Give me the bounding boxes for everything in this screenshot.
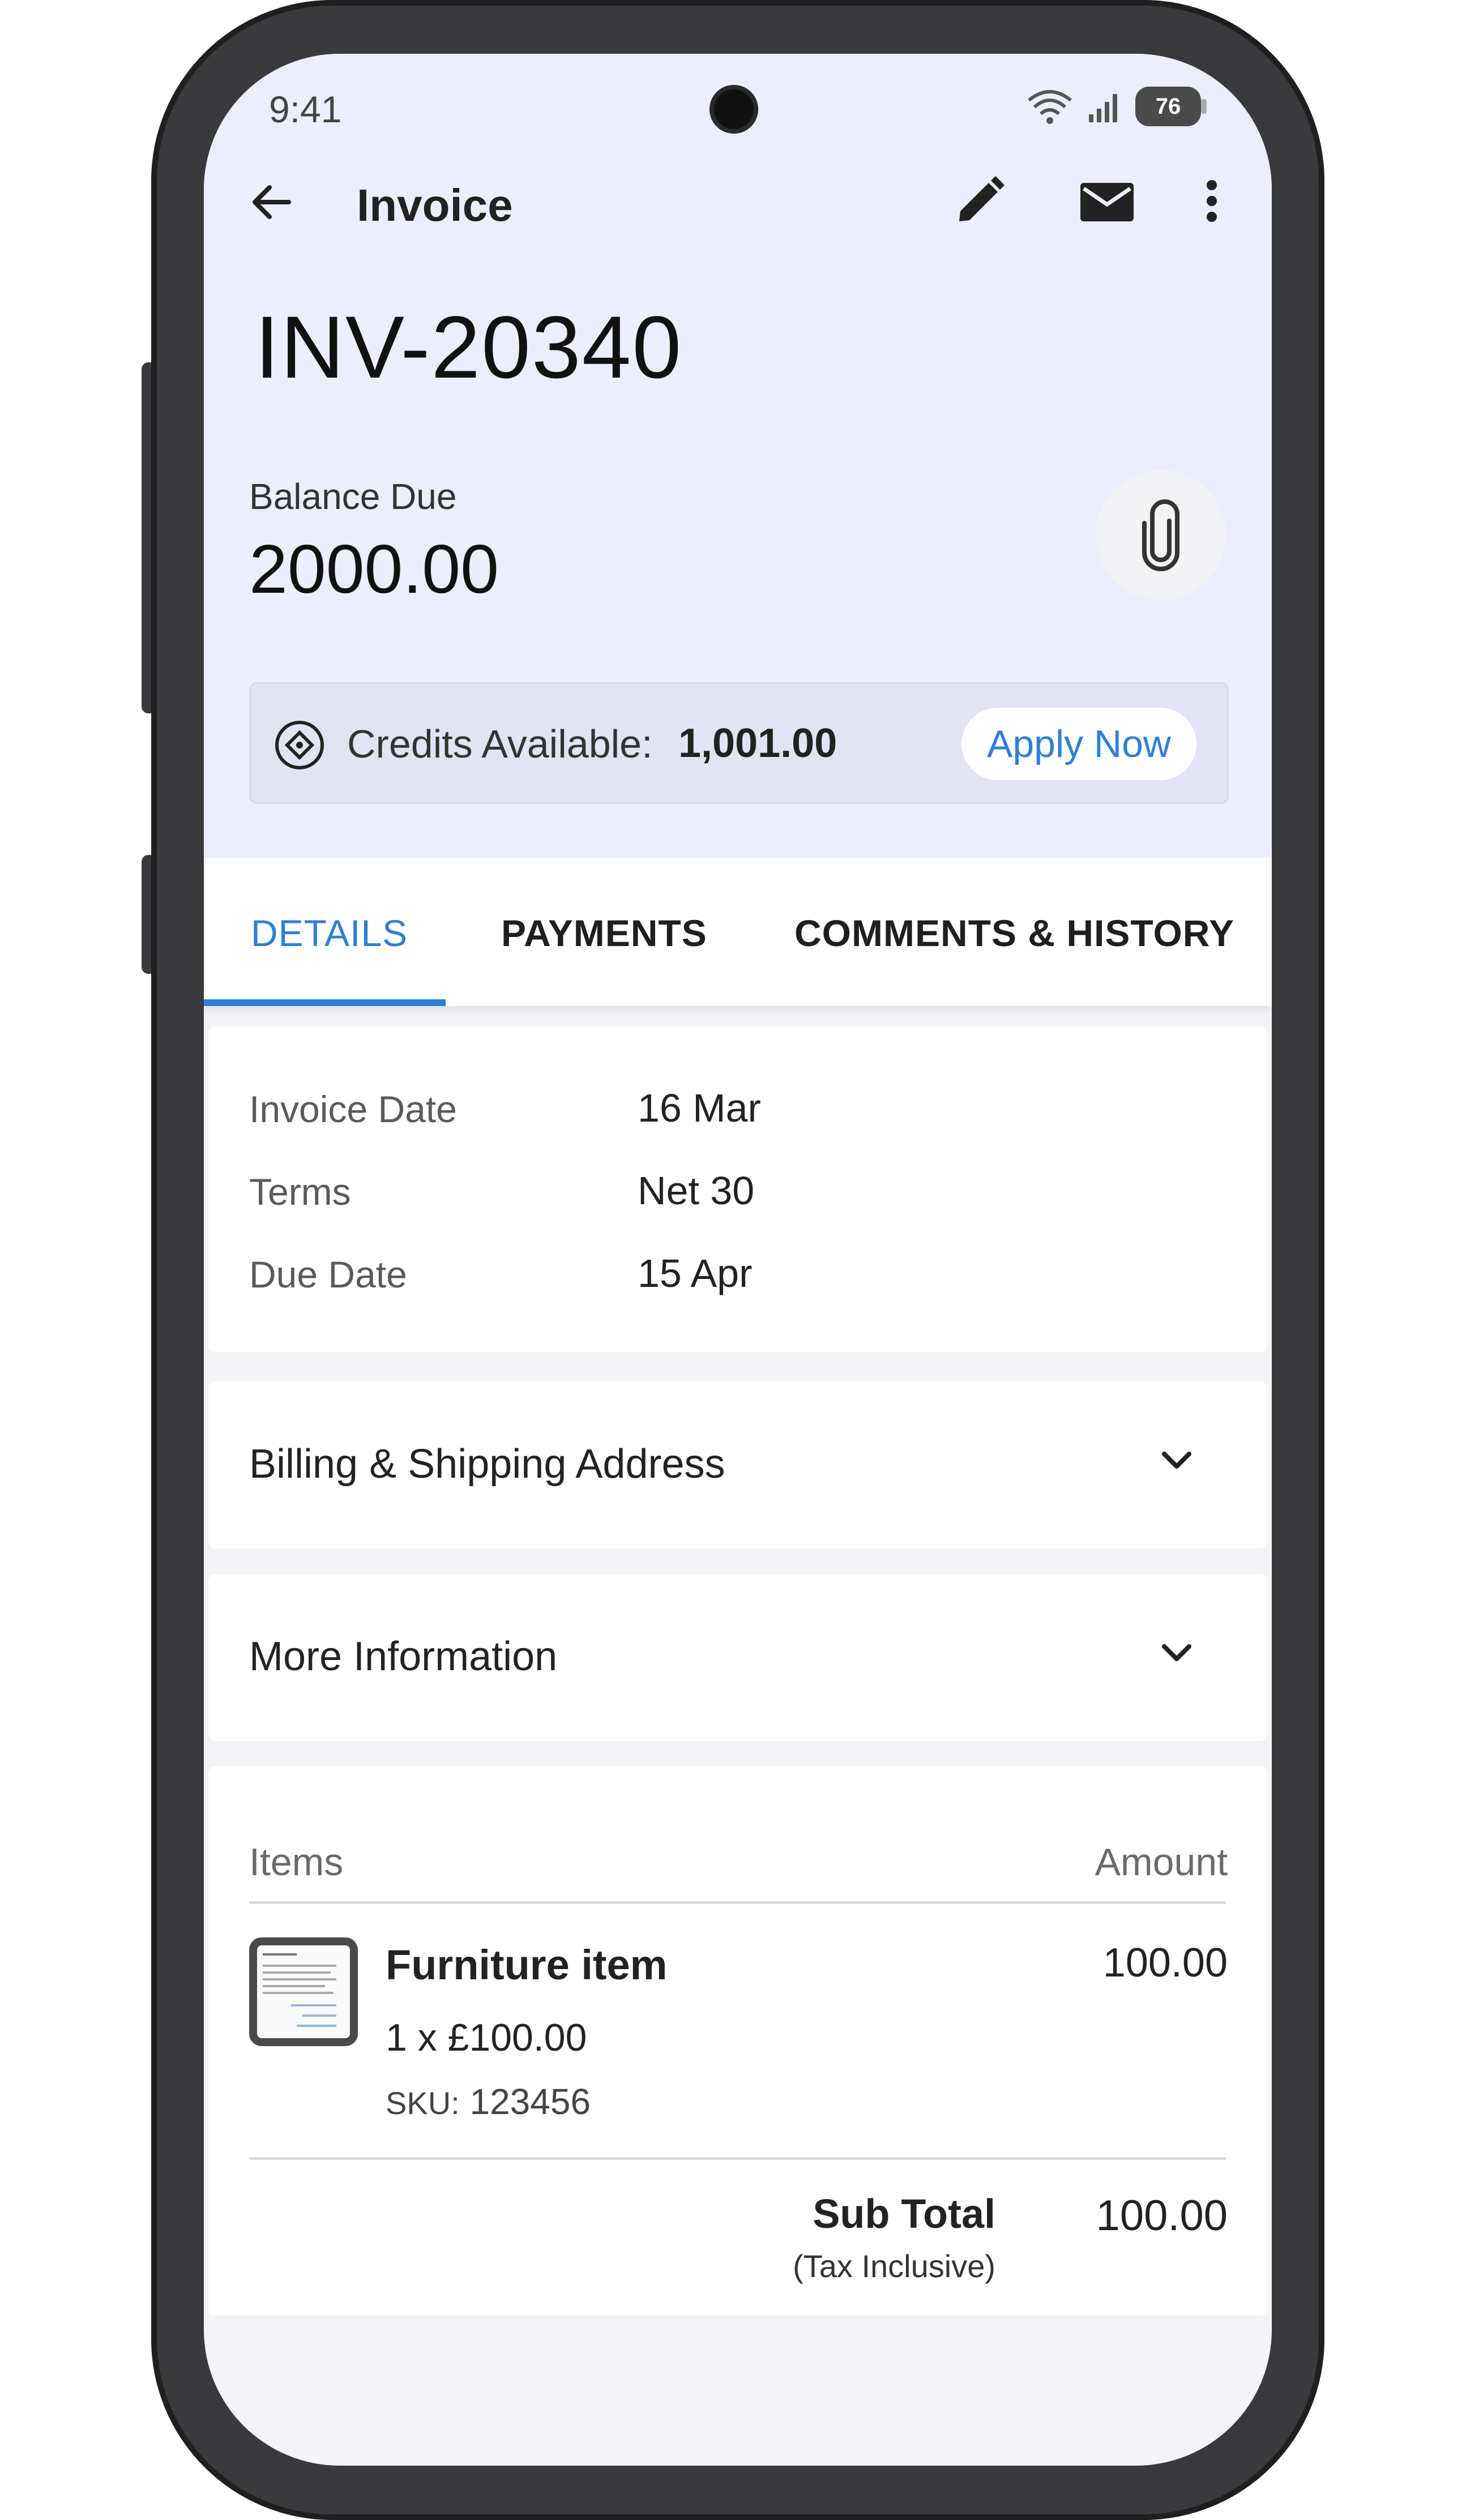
appbar-title: Invoice [357,180,513,230]
chevron-down-icon [1162,1644,1191,1661]
invoice-number: INV-20340 [255,298,683,397]
credits-banner: Credits Available: 1,001.00 Apply Now [249,682,1229,804]
back-arrow-icon[interactable] [243,174,300,230]
battery-indicator: 76 [1135,87,1207,126]
phone-screen: 9:41 76 Invoice INV-20340 Balance Due 20… [204,54,1272,2466]
tab-details[interactable]: DETAILS [251,912,408,955]
due-date-label: Due Date [249,1253,407,1295]
items-column-header: Items [249,1841,344,1884]
invoice-date-value: 16 Mar [638,1086,761,1130]
balance-due-label: Balance Due [249,476,457,517]
terms-label: Terms [249,1171,351,1213]
status-icons: 76 [1025,87,1207,126]
subtotal-value: 100.00 [1096,2192,1228,2240]
invoice-dates-card: Invoice Date 16 Mar Terms Net 30 Due Dat… [208,1026,1267,1352]
item-amount: 100.00 [1102,1940,1228,1986]
edit-pencil-icon[interactable] [951,173,1008,229]
active-tab-indicator [204,999,446,1006]
terms-value: Net 30 [638,1169,755,1213]
billing-shipping-title: Billing & Shipping Address [249,1441,725,1487]
invoice-header: 9:41 76 Invoice INV-20340 Balance Due 20… [204,54,1272,858]
apply-now-button[interactable]: Apply Now [961,708,1196,780]
item-name[interactable]: Furniture item [386,1941,667,1989]
more-information-title: More Information [249,1634,558,1679]
status-time: 9:41 [269,88,342,130]
signal-icon [1089,94,1117,122]
invoice-date-label: Invoice Date [249,1088,457,1130]
credits-available-label: Credits Available: [347,722,653,766]
wifi-icon [1028,90,1072,124]
credits-icon [275,721,324,769]
item-quantity-price: 1 x £100.00 [386,2016,587,2059]
subtotal-label: Sub Total [813,2192,995,2237]
more-information-section[interactable]: More Information [208,1574,1267,1741]
tab-payments[interactable]: PAYMENTS [501,912,707,955]
balance-due-value: 2000.00 [249,530,499,607]
items-header-divider [249,1901,1226,1904]
due-date-value: 15 Apr [638,1251,753,1295]
tab-comments-history[interactable]: COMMENTS & HISTORY [794,912,1234,955]
item-sku: SKU: 123456 [386,2081,591,2123]
tab-bar: DETAILS PAYMENTS COMMENTS & HISTORY [204,858,1272,1006]
amount-column-header: Amount [1095,1841,1228,1884]
mail-icon[interactable] [1076,173,1138,229]
billing-shipping-section[interactable]: Billing & Shipping Address [208,1381,1267,1548]
credits-available-value: 1,001.00 [678,721,837,766]
item-sku-value: 123456 [459,2081,591,2122]
paperclip-icon [1142,499,1179,571]
item-sku-label: SKU: [386,2085,460,2121]
chevron-down-icon [1162,1452,1191,1469]
subtotal-tax-note: (Tax Inclusive) [793,2248,995,2284]
front-camera [710,85,758,134]
item-thumbnail[interactable] [249,1937,358,2046]
attachment-button[interactable] [1096,470,1226,600]
more-vertical-icon[interactable] [1195,173,1229,229]
subtotal-divider [249,2157,1226,2160]
items-card: Items Amount Furniture item 1 x £100.00 … [208,1766,1267,2316]
